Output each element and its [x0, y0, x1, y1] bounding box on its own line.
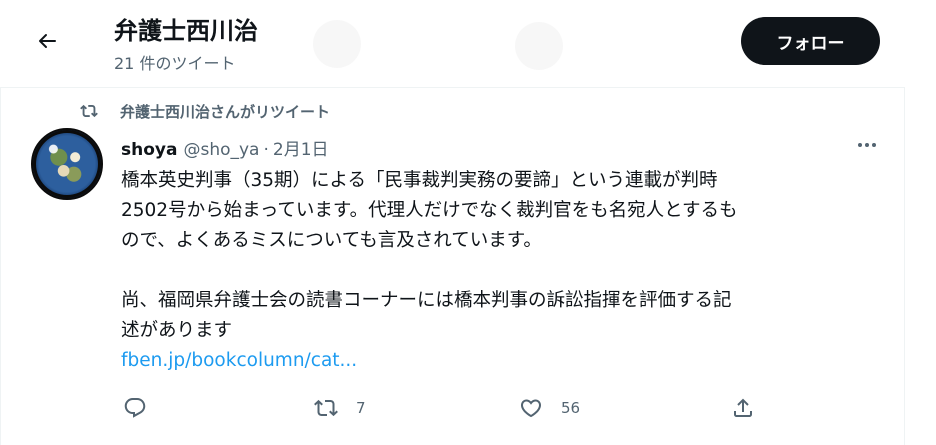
- retweet-count: 7: [356, 399, 366, 417]
- retweet-context-label: 弁護士西川治さんがリツイート: [120, 102, 331, 121]
- share-icon: [734, 398, 752, 417]
- meta-separator: ·: [263, 140, 269, 160]
- tweet-text-line: 2502号から始まっています。代理人だけでなく裁判官をも名宛人とするも: [121, 200, 738, 221]
- retweet-context[interactable]: 弁護士西川治さんがリツイート: [80, 100, 330, 122]
- tweet-author-line: shoya @sho_ya · 2月1日: [121, 135, 329, 160]
- more-horizontal-icon: [857, 143, 878, 147]
- retweet-icon: [80, 104, 98, 118]
- arrow-left-icon: [39, 34, 56, 48]
- share-button[interactable]: [731, 392, 755, 424]
- tweet-text-blank-line: [121, 256, 881, 286]
- author-name[interactable]: shoya: [121, 140, 177, 160]
- tweet-text: 橋本英史判事（35期）による「民事裁判実務の要諦」という連載が判時 2502号か…: [121, 166, 881, 376]
- retweet-button[interactable]: 7: [314, 392, 366, 424]
- header-divider: [0, 87, 905, 88]
- profile-header: 弁護士西川治 21 件のツイート フォロー: [0, 0, 905, 87]
- tweet-text-line: 尚、福岡県弁護士会の読書コーナーには橋本判事の訴訟指揮を評価する記: [121, 290, 732, 311]
- like-button[interactable]: 56: [519, 392, 580, 424]
- avatar[interactable]: [31, 128, 103, 200]
- retweet-icon: [314, 399, 338, 417]
- back-button[interactable]: [28, 22, 66, 60]
- profile-title: 弁護士西川治: [114, 17, 258, 45]
- tweet-link[interactable]: fben.jp/bookcolumn/cat...: [121, 350, 357, 371]
- like-count: 56: [561, 399, 581, 417]
- reply-button[interactable]: [123, 392, 165, 424]
- reply-icon: [124, 398, 146, 418]
- tweet-text-line: ので、よくあるミスについても言及されています。: [121, 230, 542, 251]
- tweet-text-line: 述があります: [121, 320, 233, 341]
- more-options-button[interactable]: [853, 134, 881, 156]
- tweet-count: 21 件のツイート: [114, 54, 236, 73]
- tweet-text-line: 橋本英史判事（35期）による「民事裁判実務の要諦」という連載が判時: [121, 170, 718, 191]
- author-handle[interactable]: @sho_ya: [183, 140, 259, 160]
- tweet-date[interactable]: 2月1日: [273, 135, 329, 160]
- faded-background-shape: [515, 22, 563, 70]
- heart-icon: [520, 399, 542, 418]
- follow-button[interactable]: フォロー: [741, 17, 880, 65]
- faded-background-shape: [313, 20, 361, 68]
- tweet-actions: 7 56: [121, 392, 881, 424]
